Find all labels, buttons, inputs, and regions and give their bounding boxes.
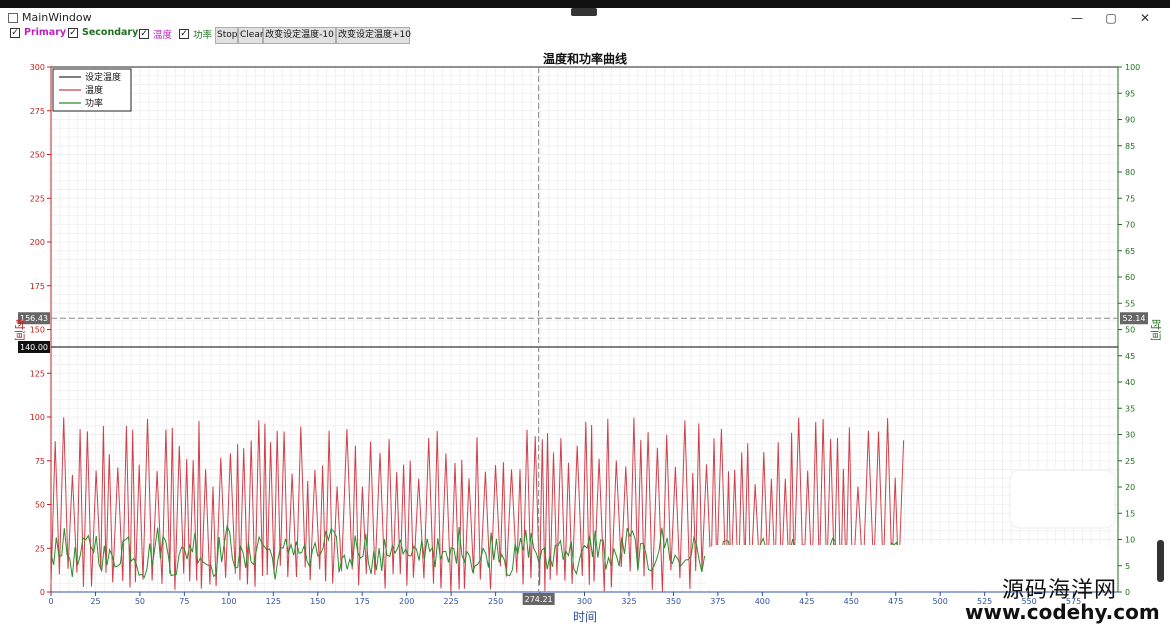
x-tick-label: 400 <box>755 597 770 606</box>
blur-patch <box>1009 469 1116 529</box>
legend-label: 功率 <box>85 97 103 109</box>
y-left-tick-label: 25 <box>35 544 45 553</box>
crosshair-bottom-label: 274.21 <box>525 595 553 604</box>
y-right-tick-label: 45 <box>1125 352 1135 361</box>
y-right-tick-label: 40 <box>1125 378 1135 387</box>
x-axis-label: 时间 <box>573 610 597 624</box>
x-tick-label: 425 <box>799 597 814 606</box>
y-left-tick-label: 175 <box>30 282 45 291</box>
y-right-tick-label: 80 <box>1125 168 1135 177</box>
x-tick-label: 125 <box>266 597 281 606</box>
x-tick-label: 250 <box>488 597 503 606</box>
y-right-tick-label: 20 <box>1125 483 1135 492</box>
y-left-tick-label: 0 <box>40 588 45 597</box>
y-right-tick-label: 85 <box>1125 142 1135 151</box>
grid <box>50 66 1119 593</box>
x-tick-label: 225 <box>443 597 458 606</box>
y-right-tick-label: 70 <box>1125 221 1135 230</box>
chart-title: 温度和功率曲线 <box>543 51 627 66</box>
y-right-tick-label: 0 <box>1125 588 1130 597</box>
x-tick-label: 325 <box>621 597 636 606</box>
y-right-tick-label: 15 <box>1125 509 1135 518</box>
y-right-tick-label: 95 <box>1125 89 1135 98</box>
y-left-tick-label: 100 <box>30 413 45 422</box>
y-left-tick-label: 300 <box>30 63 45 72</box>
y-right-tick-label: 25 <box>1125 457 1135 466</box>
y-left-tick-label: 125 <box>30 369 45 378</box>
y-left-tick-label: 225 <box>30 194 45 203</box>
y-right-tick-label: 5 <box>1125 562 1130 571</box>
y-right-tick-label: 60 <box>1125 273 1135 282</box>
y-left-tick-label: 75 <box>35 457 45 466</box>
x-tick-label: 75 <box>179 597 189 606</box>
x-tick-label: 300 <box>577 597 592 606</box>
y-right-tick-label: 55 <box>1125 299 1135 308</box>
x-tick-label: 0 <box>48 597 53 606</box>
y-right-tick-label: 75 <box>1125 194 1135 203</box>
y-left-tick-label: 250 <box>30 151 45 160</box>
setpoint-label: 140.00 <box>20 343 48 352</box>
watermark-url: www.codehy.com <box>965 600 1160 624</box>
x-tick-label: 450 <box>844 597 859 606</box>
y-right-tick-label: 10 <box>1125 536 1135 545</box>
x-tick-label: 175 <box>355 597 370 606</box>
x-tick-label: 475 <box>888 597 903 606</box>
crosshair-right-label: 52.14 <box>1123 314 1146 323</box>
y-left-axis-label: 时间 <box>13 319 26 341</box>
x-tick-label: 50 <box>135 597 145 606</box>
y-right-axis-label: 时间 <box>1149 319 1162 341</box>
x-tick-label: 350 <box>666 597 681 606</box>
y-right-tick-label: 50 <box>1125 326 1135 335</box>
x-tick-label: 25 <box>90 597 100 606</box>
y-right-tick-label: 65 <box>1125 247 1135 256</box>
y-left-tick-label: 200 <box>30 238 45 247</box>
legend-label: 温度 <box>85 84 103 96</box>
legend: 设定温度温度功率 <box>52 68 132 112</box>
x-tick-label: 500 <box>933 597 948 606</box>
y-left-tick-label: 50 <box>35 501 45 510</box>
y-right-tick-label: 90 <box>1125 116 1135 125</box>
legend-label: 设定温度 <box>85 71 121 83</box>
y-right-tick-label: 35 <box>1125 404 1135 413</box>
y-right-tick-label: 100 <box>1125 63 1140 72</box>
y-left-tick-label: 150 <box>30 326 45 335</box>
scrollbar-thumb[interactable] <box>1157 540 1164 582</box>
x-tick-label: 100 <box>221 597 236 606</box>
y-right-tick-label: 30 <box>1125 431 1135 440</box>
x-tick-label: 150 <box>310 597 325 606</box>
temperature-power-chart[interactable]: 0255075100125150175200225250275300325350… <box>0 0 1170 629</box>
x-tick-label: 200 <box>399 597 414 606</box>
y-left-tick-label: 275 <box>30 107 45 116</box>
x-tick-label: 375 <box>710 597 725 606</box>
